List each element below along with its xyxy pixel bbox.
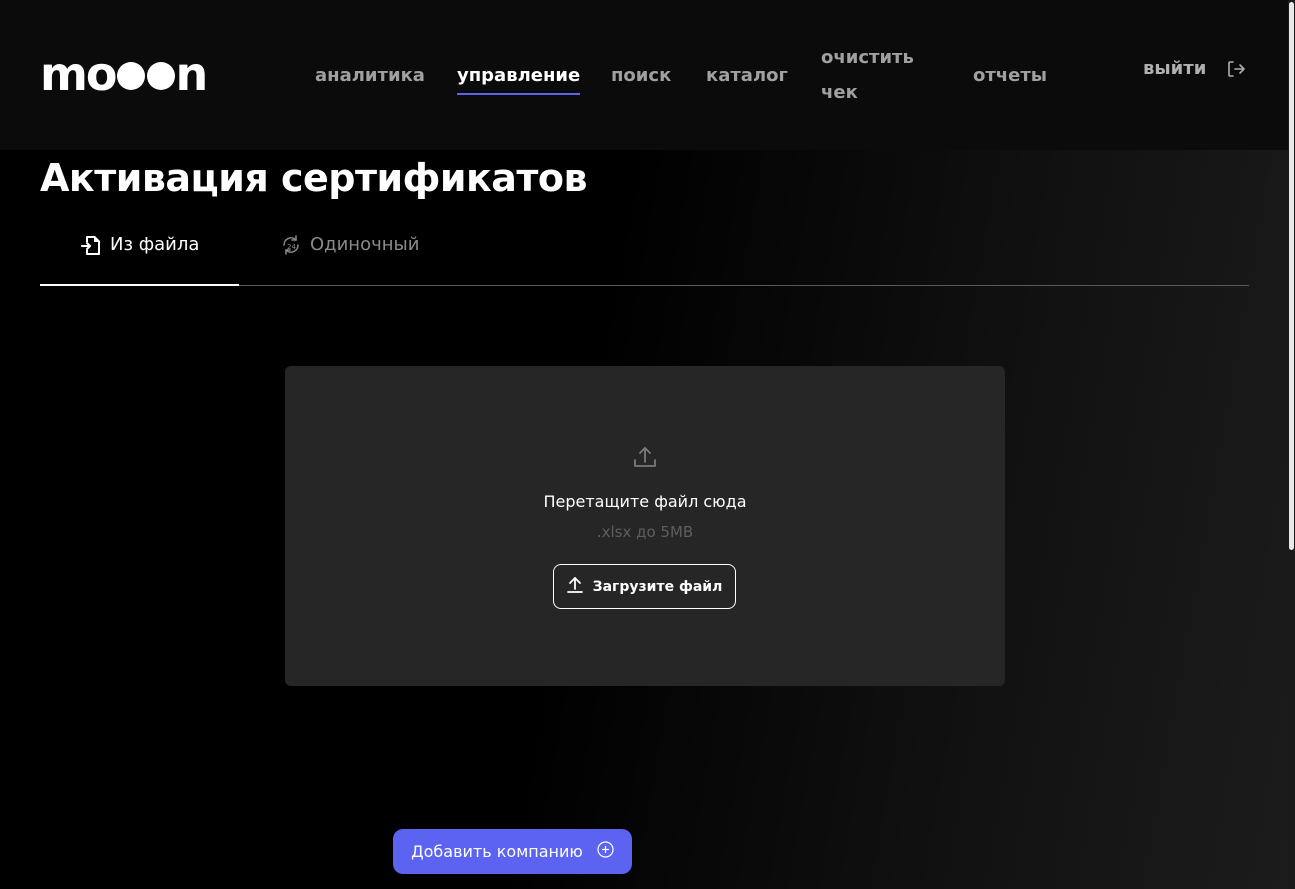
tabs: Из файла 24 Одиночный — [40, 222, 1249, 286]
tab-single[interactable]: 24 Одиночный — [280, 222, 419, 286]
logo-dot — [146, 62, 175, 90]
nav-item-analytics[interactable]: аналитика — [315, 58, 425, 93]
nav-item-management[interactable]: управление — [457, 58, 581, 95]
upload-icon — [566, 576, 583, 598]
logo[interactable]: mo n — [40, 47, 209, 101]
logo-text-start: mo — [40, 47, 118, 101]
upload-file-button[interactable]: Загрузите файл — [553, 564, 736, 609]
tab-from-file-label: Из файла — [110, 234, 200, 255]
add-company-label: Добавить компанию — [411, 842, 583, 861]
dropzone-hint: .xlsx до 5MB — [596, 523, 694, 541]
plus-circle-icon — [597, 841, 614, 862]
page-title: Активация сертификатов — [40, 156, 588, 200]
nav-item-clear-receipt[interactable]: очистить чек — [821, 40, 921, 110]
nav-item-reports[interactable]: отчеты — [973, 58, 1047, 93]
logo-dot — [116, 62, 145, 90]
refresh-24-icon: 24 — [280, 234, 302, 261]
file-dropzone[interactable]: Перетащите файл сюда .xlsx до 5MB Загруз… — [285, 366, 1005, 686]
svg-text:24: 24 — [287, 243, 296, 251]
tab-from-file[interactable]: Из файла — [80, 222, 199, 286]
logout-icon — [1226, 59, 1246, 79]
upload-icon — [632, 444, 658, 474]
header: mo n аналитика управление поиск каталог … — [0, 0, 1288, 150]
logout-button[interactable]: выйти — [1143, 58, 1246, 79]
dropzone-text: Перетащите файл сюда — [543, 492, 747, 511]
nav-item-catalog[interactable]: каталог — [706, 58, 788, 93]
scrollbar-thumb[interactable] — [1289, 2, 1294, 550]
file-import-icon — [80, 234, 102, 261]
active-tab-indicator — [40, 284, 239, 286]
tab-single-label: Одиночный — [310, 234, 420, 255]
add-company-button[interactable]: Добавить компанию — [393, 829, 632, 874]
nav-item-search[interactable]: поиск — [611, 58, 671, 93]
logout-label: выйти — [1143, 58, 1207, 79]
logo-text-end: n — [175, 47, 209, 101]
upload-file-label: Загрузите файл — [592, 578, 723, 595]
